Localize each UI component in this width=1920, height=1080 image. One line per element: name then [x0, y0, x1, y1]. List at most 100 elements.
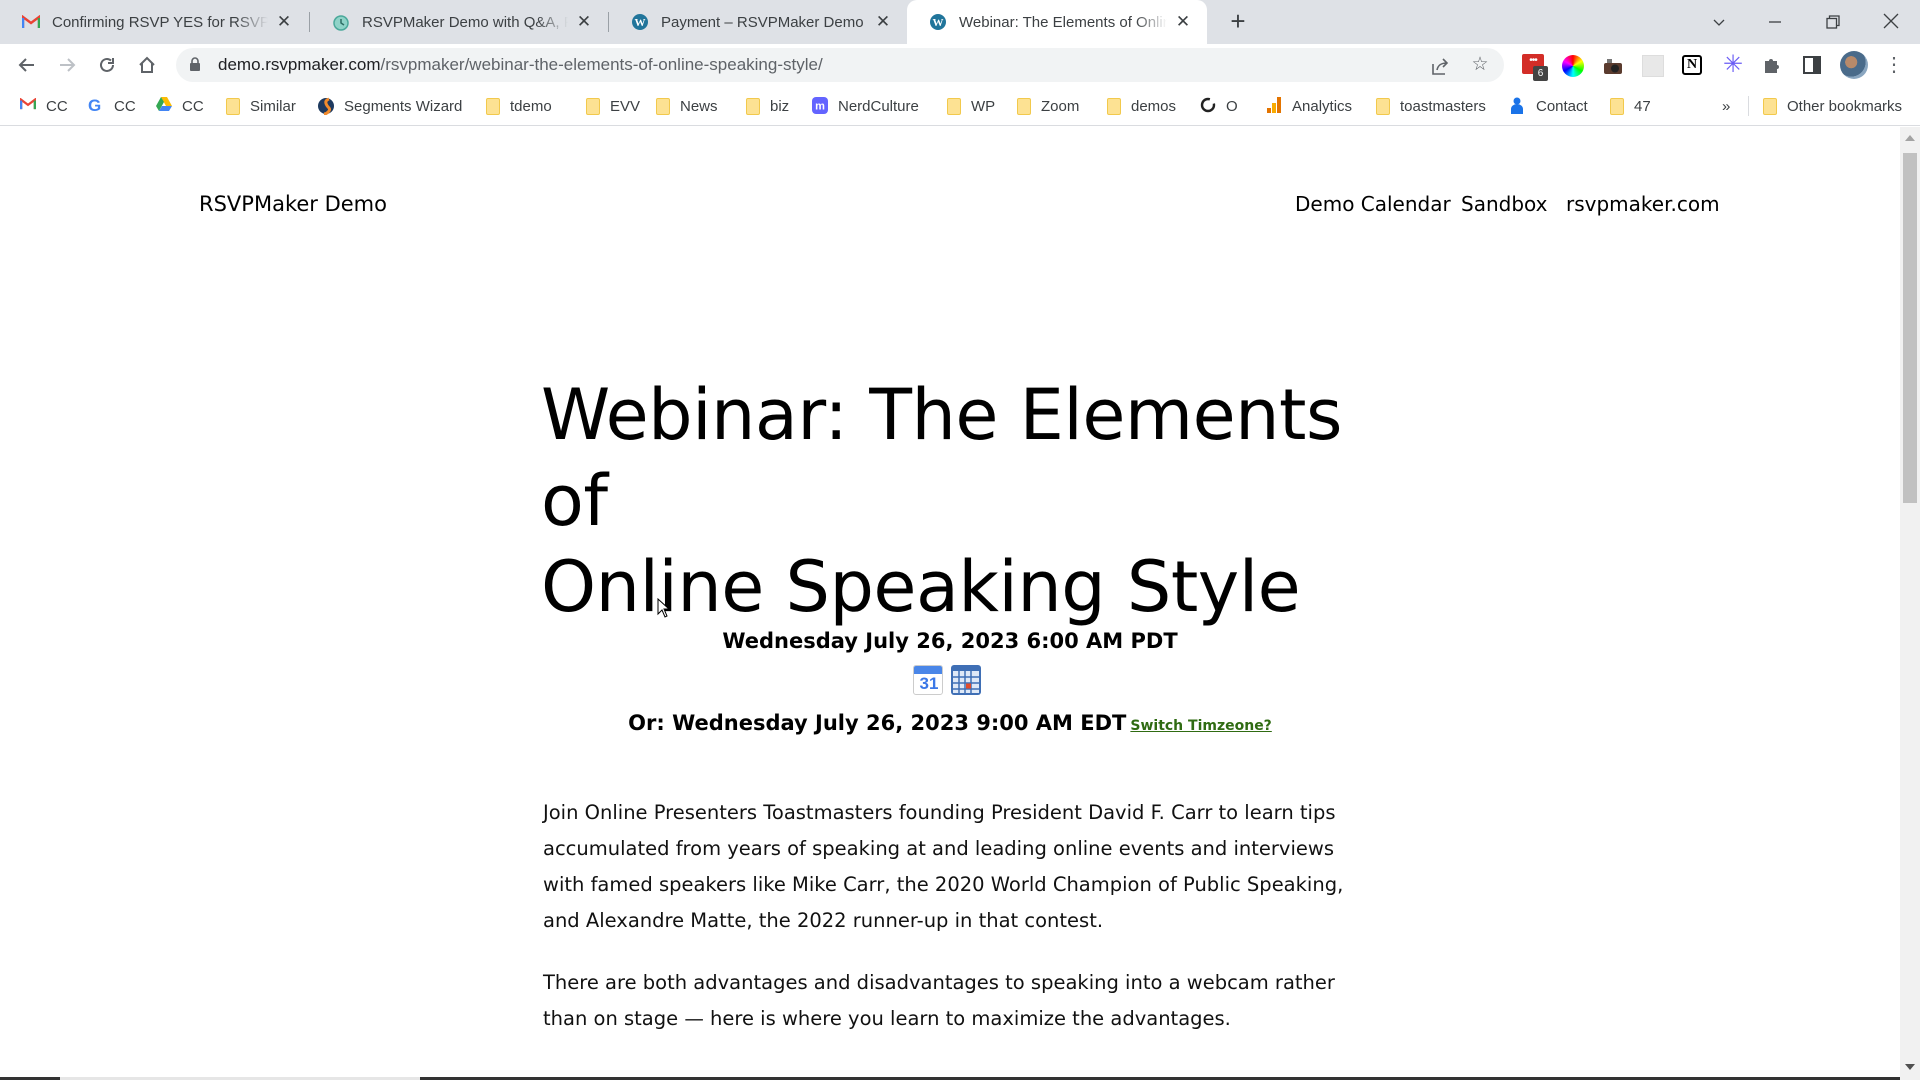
close-tab-icon[interactable]: ✕ [274, 12, 294, 32]
event-description-paragraph: Join Online Presenters Toastmasters foun… [543, 801, 1344, 932]
bookmark-label: CC [114, 97, 136, 115]
url-host: demo.rsvpmaker.com [218, 55, 381, 74]
event-title-line-2: Online Speaking Style [541, 546, 1301, 628]
bookmark-label: CC [182, 97, 204, 115]
bookmarks-bar: CC G CC CC Similar Segments Wizard tdemo EVV New… [0, 86, 1920, 126]
folder-icon [1610, 97, 1624, 115]
grid-extension-icon[interactable] [1642, 55, 1664, 77]
bookmark-demos[interactable]: demos [1107, 95, 1176, 117]
event-description-paragraph: There are both advantages and disadvanta… [543, 971, 1335, 1030]
bookmark-label: Similar [250, 97, 296, 115]
bookmark-o[interactable]: O [1200, 95, 1238, 117]
share-icon[interactable] [1428, 54, 1452, 78]
ical-calendar-icon[interactable] [951, 665, 981, 695]
bookmark-wp[interactable]: WP [947, 95, 995, 117]
extension-badge: 6 [1533, 66, 1548, 81]
close-tab-icon[interactable]: ✕ [873, 12, 893, 32]
scroll-down-arrow[interactable] [1905, 1064, 1915, 1070]
bookmark-cc[interactable]: G CC [88, 95, 136, 117]
tab-search-button[interactable] [1697, 0, 1741, 44]
event-title-line-1: Webinar: The Elements of [541, 374, 1342, 542]
tab-rsvpmaker-demo-qa[interactable]: RSVPMaker Demo with Q&A, Featured ✕ [310, 0, 608, 44]
camera-extension-icon[interactable] [1602, 55, 1624, 77]
url-path: /rsvpmaker/webinar-the-elements-of-onlin… [380, 55, 823, 74]
bookmark-47[interactable]: 47 [1610, 95, 1651, 117]
url-text[interactable]: demo.rsvpmaker.com/rsvpmaker/webinar-the… [218, 55, 823, 75]
scroll-up-arrow[interactable] [1905, 135, 1915, 141]
tab-webinar-active[interactable]: W Webinar: The Elements of Online Speaki… [907, 0, 1207, 44]
circle-icon [1200, 97, 1216, 115]
bookmark-contact[interactable]: Contact [1510, 95, 1588, 117]
folder-icon [656, 97, 670, 115]
extensions-puzzle-icon[interactable] [1762, 55, 1784, 77]
bookmark-label: O [1226, 97, 1238, 115]
snowflake-extension-icon[interactable]: ✳ [1722, 53, 1744, 77]
reload-button[interactable] [90, 48, 124, 82]
mouse-cursor-icon [657, 598, 671, 618]
restore-button[interactable] [1811, 0, 1855, 44]
gmail-icon [22, 13, 40, 31]
bookmark-evv[interactable]: EVV [586, 95, 640, 117]
side-panel-icon[interactable] [1802, 55, 1824, 77]
bookmark-tdemo[interactable]: tdemo [486, 95, 552, 117]
alt-datetime-text: Or: Wednesday July 26, 2023 9:00 AM EDT [628, 711, 1127, 735]
bookmark-label: Segments Wizard [344, 97, 463, 115]
bookmark-news[interactable]: News [656, 95, 718, 117]
color-picker-extension-icon[interactable] [1562, 55, 1584, 77]
home-button[interactable] [130, 48, 164, 82]
bookmark-label: WP [971, 97, 996, 115]
bookmarks-separator [1748, 96, 1749, 116]
site-title[interactable]: RSVPMaker Demo [199, 192, 387, 216]
bookmark-similar[interactable]: Similar [226, 95, 296, 117]
folder-icon [586, 97, 600, 115]
svg-text:m: m [815, 101, 825, 113]
bookmark-star-icon[interactable]: ☆ [1468, 54, 1492, 78]
bookmark-nerdculture[interactable]: m NerdCulture [812, 95, 919, 117]
new-tab-button[interactable]: + [1222, 6, 1254, 38]
minimize-button[interactable] [1753, 0, 1797, 44]
bookmark-label: Analytics [1292, 97, 1353, 115]
bookmark-label: tdemo [510, 97, 552, 115]
tab-title: Confirming RSVP YES for RSVPMaker Demo [52, 13, 268, 31]
bookmarks-overflow-button[interactable]: » [1722, 95, 1730, 117]
bookmark-cc[interactable]: CC [20, 95, 68, 117]
page-scrollbar[interactable] [1900, 127, 1920, 1080]
bookmark-label: Other bookmarks [1787, 97, 1903, 115]
back-button[interactable] [10, 48, 44, 82]
mastodon-icon: m [812, 97, 828, 115]
profile-avatar[interactable] [1840, 51, 1868, 79]
folder-icon [947, 97, 961, 115]
switch-timezone-link[interactable]: Switch Timzeone? [1130, 718, 1271, 734]
google-calendar-icon[interactable]: 31 [913, 665, 943, 695]
folder-icon [746, 97, 760, 115]
bookmark-cc[interactable]: CC [156, 95, 204, 117]
tab-payment[interactable]: W Payment – RSVPMaker Demo ✕ [609, 0, 907, 44]
nav-rsvpmaker-com[interactable]: rsvpmaker.com [1566, 192, 1720, 216]
other-bookmarks-folder[interactable]: Other bookmarks [1763, 95, 1902, 117]
bookmark-analytics[interactable]: Analytics [1266, 95, 1352, 117]
address-bar[interactable]: demo.rsvpmaker.com/rsvpmaker/webinar-the… [176, 48, 1504, 82]
bookmark-label: NerdCulture [838, 97, 919, 115]
wordpress-icon: W [929, 13, 947, 31]
bookmark-zoom[interactable]: Zoom [1017, 95, 1079, 117]
bookmark-segments-wizard[interactable]: Segments Wizard [318, 95, 462, 117]
folder-icon [486, 97, 500, 115]
close-tab-icon[interactable]: ✕ [1173, 12, 1193, 32]
notion-extension-icon[interactable]: N [1682, 55, 1704, 77]
tab-title: RSVPMaker Demo with Q&A, Featured [362, 13, 568, 31]
close-tab-icon[interactable]: ✕ [574, 12, 594, 32]
svg-text:W: W [635, 17, 646, 29]
scrollbar-thumb[interactable] [1903, 153, 1917, 503]
bookmark-toastmasters[interactable]: toastmasters [1376, 95, 1486, 117]
close-window-button[interactable] [1869, 0, 1913, 44]
forward-button[interactable] [50, 48, 84, 82]
bookmark-biz[interactable]: biz [746, 95, 789, 117]
chrome-menu-icon[interactable]: ⋮ [1884, 55, 1904, 77]
nav-sandbox[interactable]: Sandbox [1461, 192, 1547, 216]
nav-demo-calendar[interactable]: Demo Calendar [1295, 192, 1451, 216]
person-icon [1510, 97, 1526, 115]
folder-icon [226, 97, 240, 115]
lastpass-extension-icon[interactable]: ••• 6 [1522, 54, 1548, 81]
tab-gmail-rsvp[interactable]: Confirming RSVP YES for RSVPMaker Demo ✕ [0, 0, 308, 44]
lock-icon[interactable] [190, 57, 200, 71]
